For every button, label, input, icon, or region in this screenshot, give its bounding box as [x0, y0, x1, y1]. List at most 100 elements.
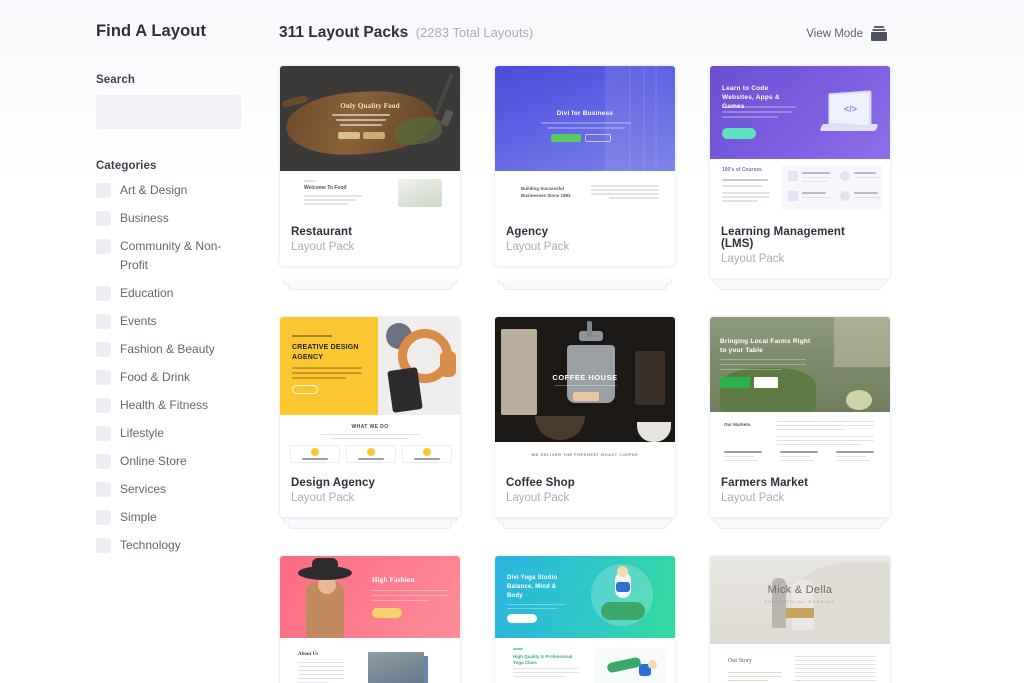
card-thumbnail: High Fashion About Us	[280, 556, 460, 683]
card-thumbnail: CREATIVE DESIGN AGENCY WHAT WE DO	[280, 317, 460, 467]
card[interactable]: Bringing Local Farms Right to your Table…	[709, 316, 891, 518]
category-item-simple[interactable]: Simple	[96, 508, 266, 527]
card-subtitle: Layout Pack	[506, 492, 570, 504]
checkbox-icon[interactable]	[96, 342, 111, 357]
layout-pack-card-agency[interactable]: Divi for Business Building Successful Bu…	[494, 65, 676, 290]
card[interactable]: CREATIVE DESIGN AGENCY WHAT WE DO Design…	[279, 316, 461, 518]
thumbnail-hero: High Fashion	[280, 556, 460, 638]
layout-pack-card-farmers-market[interactable]: Bringing Local Farms Right to your Table…	[709, 316, 891, 529]
layout-pack-card-design-agency[interactable]: CREATIVE DESIGN AGENCY WHAT WE DO Design…	[279, 316, 461, 529]
category-item-technology[interactable]: Technology	[96, 536, 266, 555]
thumbnail-hero-heading: Divi Yoga Studio Balance, Mind & Body	[507, 575, 558, 599]
card-subtitle: Layout Pack	[721, 492, 785, 504]
layout-pack-card-yoga-studio[interactable]: Divi Yoga Studio Balance, Mind & Body Hi…	[494, 555, 676, 683]
card-stack-layer	[288, 523, 452, 529]
card[interactable]: COFFEE HOUSE WE DELIVER THE FRESHEST ROA…	[494, 316, 676, 518]
category-label: Art & Design	[120, 183, 188, 197]
card-thumbnail: Mick & Della THE OFFICIAL WEDDING Our St…	[710, 556, 890, 683]
search-label: Search	[96, 74, 135, 86]
thumbnail-body-heading: WHAT WE DO	[351, 424, 389, 430]
card-thumbnail: </> Learn to Code Websites, Apps & Games…	[710, 66, 890, 216]
layout-pack-card-wedding[interactable]: Mick & Della THE OFFICIAL WEDDING Our St…	[709, 555, 891, 683]
category-item-art-design[interactable]: Art & Design	[96, 181, 266, 200]
card-stack-layer	[288, 284, 452, 290]
layout-pack-card-lms[interactable]: </> Learn to Code Websites, Apps & Games…	[709, 65, 891, 290]
category-label: Simple	[120, 510, 157, 524]
categories-label: Categories	[96, 160, 157, 172]
category-item-health-fitness[interactable]: Health & Fitness	[96, 396, 266, 415]
card[interactable]: </> Learn to Code Websites, Apps & Games…	[709, 65, 891, 279]
layout-library-page: Find A Layout Search Categories Art & De…	[0, 0, 1024, 683]
thumbnail-body-heading: High Quality & Professional Yoga Class	[513, 654, 573, 665]
thumbnail-body-heading: 100's of Courses	[722, 167, 762, 173]
checkbox-icon[interactable]	[96, 314, 111, 329]
stacked-cards-icon[interactable]	[871, 26, 887, 41]
checkbox-icon[interactable]	[96, 510, 111, 525]
layout-pack-card-restaurant[interactable]: Only Quality Food Welcome To Food Restau…	[279, 65, 461, 290]
thumbnail-hero: Only Quality Food	[280, 66, 460, 171]
checkbox-icon[interactable]	[96, 370, 111, 385]
card-meta: Agency Layout Pack	[495, 216, 675, 266]
category-item-services[interactable]: Services	[96, 480, 266, 499]
card-title: Farmers Market	[721, 477, 809, 489]
checkbox-icon[interactable]	[96, 286, 111, 301]
category-item-events[interactable]: Events	[96, 312, 266, 331]
card-title: Learning Management (LMS)	[721, 226, 845, 250]
category-item-community-non-profit[interactable]: Community & Non-Profit	[96, 237, 266, 275]
thumbnail-hero: CREATIVE DESIGN AGENCY	[280, 317, 460, 415]
checkbox-icon[interactable]	[96, 482, 111, 497]
category-item-lifestyle[interactable]: Lifestyle	[96, 424, 266, 443]
category-item-business[interactable]: Business	[96, 209, 266, 228]
card-meta: Coffee Shop Layout Pack	[495, 467, 675, 517]
layout-pack-card-fashion[interactable]: High Fashion About Us	[279, 555, 461, 683]
card-subtitle: Layout Pack	[291, 241, 355, 253]
card-meta: Restaurant Layout Pack	[280, 216, 460, 266]
checkbox-icon[interactable]	[96, 211, 111, 226]
checkbox-icon[interactable]	[96, 398, 111, 413]
category-label: Education	[120, 286, 174, 300]
checkbox-icon[interactable]	[96, 538, 111, 553]
card-thumbnail: Bringing Local Farms Right to your Table…	[710, 317, 890, 467]
sidebar: Find A Layout Search Categories Art & De…	[96, 0, 266, 564]
card-thumbnail: Divi for Business Building Successful Bu…	[495, 66, 675, 216]
category-label: Fashion & Beauty	[120, 342, 215, 356]
checkbox-icon[interactable]	[96, 454, 111, 469]
checkbox-icon[interactable]	[96, 426, 111, 441]
thumbnail-body-heading: Building Successful Businesses Since 198…	[521, 186, 571, 198]
card-subtitle: Layout Pack	[291, 492, 355, 504]
thumbnail-hero: COFFEE HOUSE	[495, 317, 675, 442]
card[interactable]: Divi for Business Building Successful Bu…	[494, 65, 676, 267]
category-label: Online Store	[120, 454, 187, 468]
card-stack-layer	[503, 523, 667, 529]
category-item-education[interactable]: Education	[96, 284, 266, 303]
card[interactable]: Divi Yoga Studio Balance, Mind & Body Hi…	[494, 555, 676, 683]
checkbox-icon[interactable]	[96, 183, 111, 198]
card-thumbnail: Only Quality Food Welcome To Food	[280, 66, 460, 216]
category-item-food-drink[interactable]: Food & Drink	[96, 368, 266, 387]
view-mode-toggle[interactable]: View Mode	[806, 26, 887, 41]
pack-count: 311 Layout Packs	[279, 24, 409, 41]
category-item-fashion-beauty[interactable]: Fashion & Beauty	[96, 340, 266, 359]
thumbnail-hero-heading: Bringing Local Farms Right to your Table	[720, 338, 811, 354]
thumbnail-body-heading: About Us	[298, 652, 319, 657]
layout-pack-card-coffee-shop[interactable]: COFFEE HOUSE WE DELIVER THE FRESHEST ROA…	[494, 316, 676, 529]
card-stack-layer	[503, 284, 667, 290]
card[interactable]: Only Quality Food Welcome To Food Restau…	[279, 65, 461, 267]
thumbnail-hero-heading: COFFEE HOUSE	[552, 373, 618, 382]
thumbnail-hero: Divi for Business	[495, 66, 675, 171]
thumbnail-hero-heading: Only Quality Food	[340, 102, 400, 110]
category-label: Services	[120, 482, 167, 496]
search-input[interactable]	[96, 95, 241, 129]
thumbnail-body-heading: Our Story	[728, 658, 752, 664]
card[interactable]: Mick & Della THE OFFICIAL WEDDING Our St…	[709, 555, 891, 683]
card-title: Agency	[506, 226, 549, 238]
card-thumbnail: COFFEE HOUSE WE DELIVER THE FRESHEST ROA…	[495, 317, 675, 467]
view-mode-label: View Mode	[806, 27, 863, 40]
category-label: Community & Non-Profit	[120, 239, 222, 272]
thumbnail-hero-heading: Divi for Business	[556, 110, 614, 117]
page-title: Find A Layout	[96, 22, 207, 40]
card[interactable]: High Fashion About Us	[279, 555, 461, 683]
category-item-online-store[interactable]: Online Store	[96, 452, 266, 471]
card-title: Coffee Shop	[506, 477, 575, 489]
checkbox-icon[interactable]	[96, 239, 111, 254]
